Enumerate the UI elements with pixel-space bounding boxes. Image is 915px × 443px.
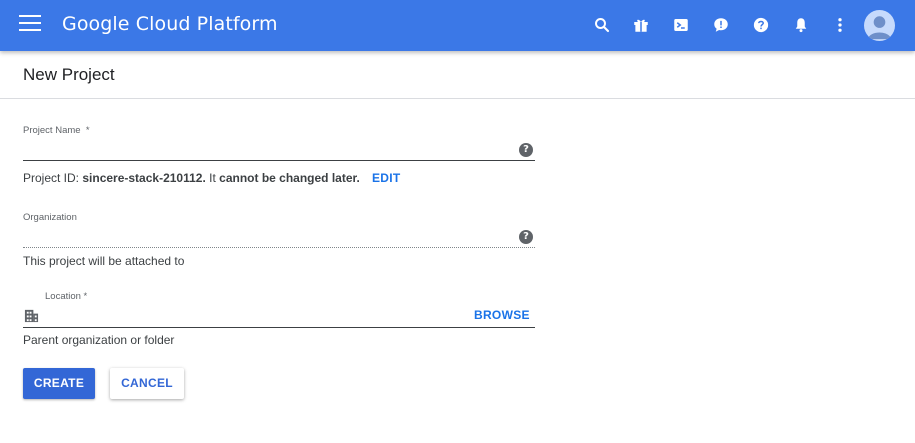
location-hint: Parent organization or folder xyxy=(23,333,175,347)
edit-project-id-button[interactable]: EDIT xyxy=(372,171,401,185)
create-button[interactable]: CREATE xyxy=(23,368,95,399)
more-vert-icon[interactable] xyxy=(831,16,849,34)
organization-help-icon[interactable]: ? xyxy=(519,230,533,244)
account-avatar[interactable] xyxy=(864,10,895,41)
project-id-hint: Project ID: sincere-stack-210112. It can… xyxy=(23,171,360,185)
organization-underline xyxy=(23,247,535,248)
project-name-input[interactable] xyxy=(23,140,513,160)
location-input[interactable] xyxy=(45,306,465,326)
account-icon xyxy=(867,16,892,40)
organization-select[interactable] xyxy=(23,226,513,246)
gift-icon[interactable] xyxy=(632,16,650,34)
help-icon[interactable] xyxy=(752,16,770,34)
organization-hint: This project will be attached to xyxy=(23,254,185,268)
page-header: New Project xyxy=(0,51,915,99)
brand-title[interactable]: Google Cloud Platform xyxy=(62,13,278,35)
location-label: Location * xyxy=(45,291,88,302)
cloud-shell-icon[interactable] xyxy=(672,16,690,34)
cancel-button[interactable]: CANCEL xyxy=(110,368,184,399)
project-name-underline xyxy=(23,160,535,161)
menu-icon[interactable] xyxy=(19,15,41,35)
page-title: New Project xyxy=(23,65,115,84)
search-icon[interactable] xyxy=(593,16,611,34)
location-underline xyxy=(23,327,535,328)
project-name-label: Project Name * xyxy=(23,125,90,136)
notifications-icon[interactable] xyxy=(792,16,810,34)
organization-label: Organization xyxy=(23,212,77,223)
top-app-bar: Google Cloud Platform xyxy=(0,0,915,51)
feedback-icon[interactable] xyxy=(712,16,730,34)
project-name-help-icon[interactable]: ? xyxy=(519,143,533,157)
browse-button[interactable]: BROWSE xyxy=(474,308,530,322)
building-icon xyxy=(24,309,39,323)
